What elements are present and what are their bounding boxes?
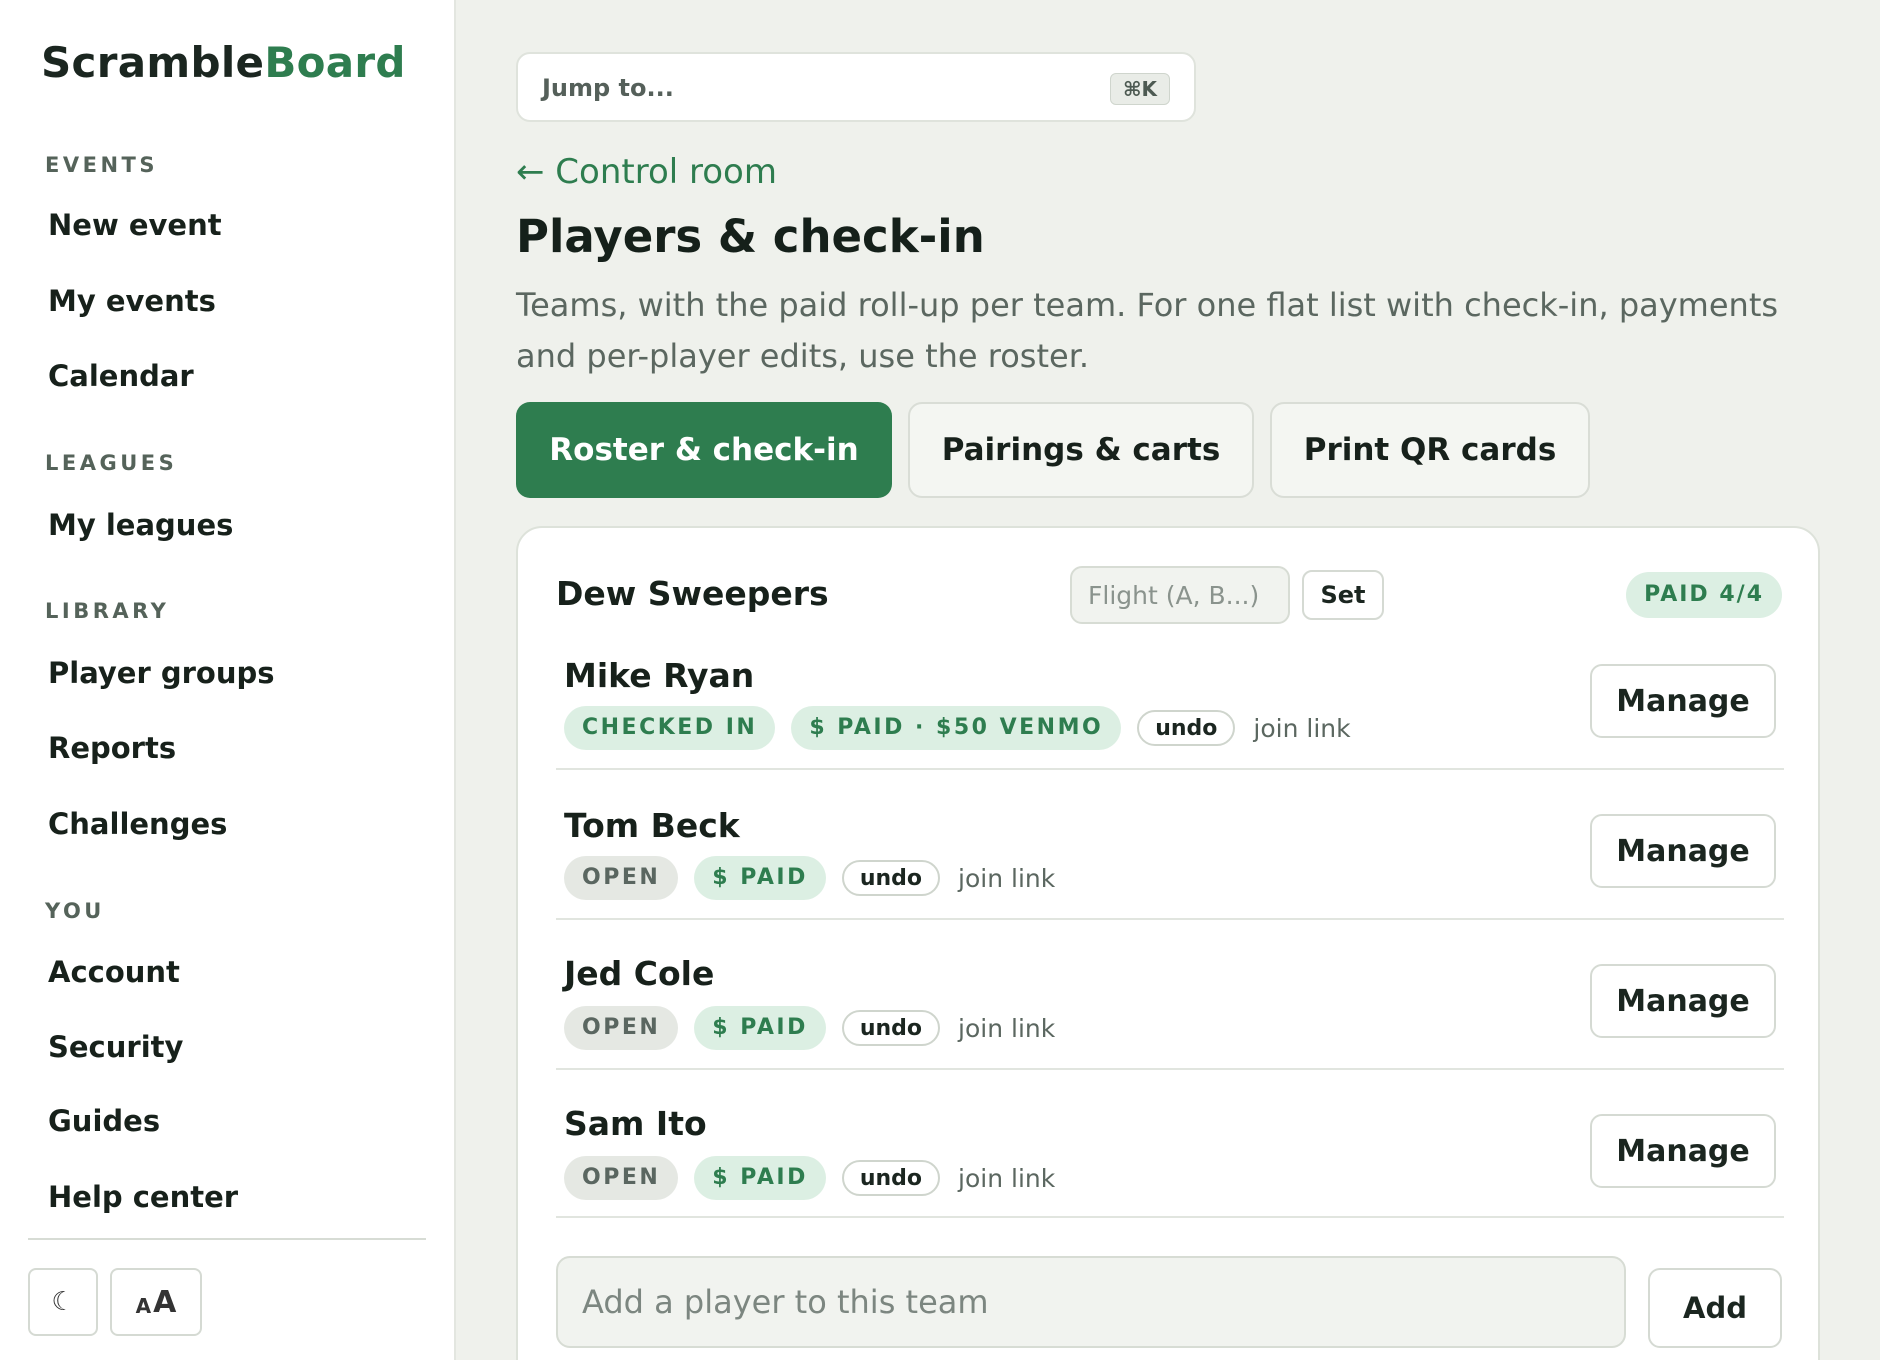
payment-badge: $ PAID (694, 1006, 826, 1050)
sidebar-item-reports[interactable]: Reports (48, 731, 176, 765)
tab-roster-check-in[interactable]: Roster & check-in (516, 402, 892, 498)
join-link[interactable]: join link (1253, 714, 1350, 743)
page-intro: Teams, with the paid roll-up per team. F… (516, 286, 1779, 375)
sidebar-item-calendar[interactable]: Calendar (48, 359, 194, 393)
team-name: Dew Sweepers (556, 574, 829, 613)
sidebar-item-security[interactable]: Security (48, 1030, 183, 1064)
undo-button[interactable]: undo (841, 860, 941, 896)
player-row: Mike Ryan CHECKED IN $ PAID · $50 VENMO … (556, 640, 1784, 770)
sidebar-item-my-events[interactable]: My events (48, 284, 216, 318)
back-to-control-room-link[interactable]: ← Control room (516, 152, 777, 192)
player-name: Mike Ryan (564, 656, 755, 695)
team-card: Dew Sweepers Set PAID 4/4 Mike Ryan CHEC… (516, 526, 1820, 1360)
shortcut-badge: ⌘K (1109, 73, 1170, 105)
player-badges: OPEN $ PAID undo join link (564, 1006, 1055, 1050)
checkin-status-badge: OPEN (564, 1156, 679, 1200)
undo-button[interactable]: undo (841, 1160, 941, 1196)
team-paid-badge: PAID 4/4 (1626, 572, 1782, 618)
player-row: Sam Ito OPEN $ PAID undo join link Manag… (556, 1070, 1784, 1218)
player-row: Tom Beck OPEN $ PAID undo join link Mana… (556, 770, 1784, 920)
add-player-button[interactable]: Add (1648, 1268, 1782, 1348)
player-row: Jed Cole OPEN $ PAID undo join link Mana… (556, 920, 1784, 1070)
sidebar-item-new-event[interactable]: New event (48, 208, 222, 242)
section-label-you: YOU (45, 899, 105, 923)
jump-to-search[interactable]: Jump to... ⌘K (516, 52, 1196, 122)
sidebar-item-player-groups[interactable]: Player groups (48, 656, 275, 690)
manage-player-button[interactable]: Manage (1590, 964, 1776, 1038)
join-link[interactable]: join link (958, 1014, 1055, 1043)
sidebar-item-challenges[interactable]: Challenges (48, 807, 227, 841)
add-player-input[interactable] (556, 1256, 1626, 1348)
player-badges: CHECKED IN $ PAID · $50 VENMO undo join … (564, 706, 1351, 750)
font-large-icon: A (153, 1284, 177, 1320)
player-badges: OPEN $ PAID undo join link (564, 1156, 1055, 1200)
sidebar-divider (28, 1238, 426, 1240)
player-name: Jed Cole (564, 954, 715, 993)
section-label-leagues: LEAGUES (45, 451, 178, 475)
set-flight-button[interactable]: Set (1302, 570, 1384, 620)
manage-player-button[interactable]: Manage (1590, 1114, 1776, 1188)
player-name: Sam Ito (564, 1104, 707, 1143)
brand-part-1: Scramble (41, 38, 265, 87)
undo-button[interactable]: undo (1137, 710, 1236, 746)
page-title: Players & check-in (516, 210, 985, 263)
undo-button[interactable]: undo (841, 1010, 941, 1046)
section-label-events: EVENTS (45, 153, 158, 177)
jump-to-placeholder: Jump to... (542, 74, 674, 102)
player-name: Tom Beck (564, 806, 740, 845)
brand-logo[interactable]: ScrambleBoard (41, 38, 406, 87)
tab-pairings-carts[interactable]: Pairings & carts (908, 402, 1254, 498)
sidebar-item-guides[interactable]: Guides (48, 1104, 160, 1138)
join-link[interactable]: join link (958, 864, 1055, 893)
manage-player-button[interactable]: Manage (1590, 664, 1776, 738)
checkin-status-badge: CHECKED IN (564, 706, 776, 750)
font-small-icon: A (135, 1294, 152, 1318)
player-badges: OPEN $ PAID undo join link (564, 856, 1055, 900)
join-link[interactable]: join link (958, 1164, 1055, 1193)
tab-print-qr-cards[interactable]: Print QR cards (1270, 402, 1590, 498)
font-size-button[interactable]: AA (110, 1268, 202, 1336)
payment-badge: $ PAID · $50 VENMO (791, 706, 1122, 750)
manage-player-button[interactable]: Manage (1590, 814, 1776, 888)
sidebar: ScrambleBoard EVENTS New event My events… (0, 0, 456, 1360)
sidebar-item-help-center[interactable]: Help center (48, 1180, 238, 1214)
checkin-status-badge: OPEN (564, 856, 679, 900)
moon-icon: ☾ (51, 1287, 75, 1317)
section-label-library: LIBRARY (45, 599, 170, 623)
brand-part-2: Board (264, 38, 406, 87)
flight-input[interactable] (1070, 566, 1290, 624)
theme-toggle-button[interactable]: ☾ (28, 1268, 98, 1336)
payment-badge: $ PAID (694, 856, 826, 900)
sidebar-item-account[interactable]: Account (48, 955, 180, 989)
payment-badge: $ PAID (694, 1156, 826, 1200)
sidebar-item-my-leagues[interactable]: My leagues (48, 508, 233, 542)
checkin-status-badge: OPEN (564, 1006, 679, 1050)
